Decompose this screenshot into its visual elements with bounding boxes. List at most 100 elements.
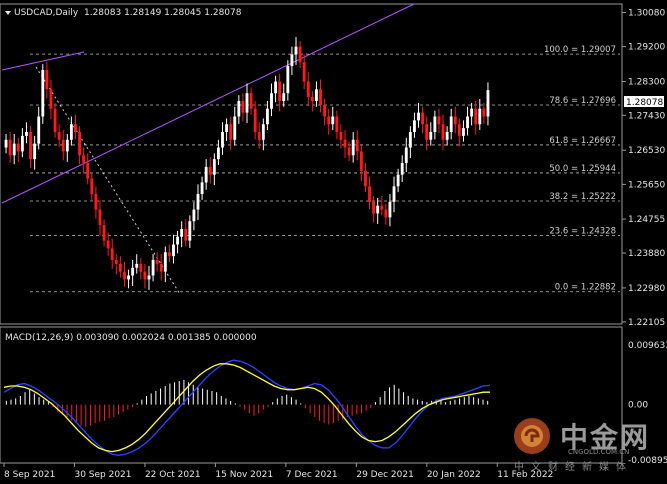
date-tick-label: 20 Jan 2022 [427,470,481,480]
candle-body [466,116,469,129]
candle-body [478,108,482,125]
date-tick-label: 7 Dec 2021 [286,470,338,480]
fib-label: 23.6 = 1.24328 [549,227,616,237]
fib-label: 100.0 = 1.29007 [544,45,616,55]
candle-body [286,66,290,94]
candle-body [257,132,261,140]
candle-body [12,143,16,156]
candle-body [25,132,28,136]
candle-body [245,93,249,113]
last-price-label: 1.28078 [626,98,663,108]
candle-body [261,124,265,140]
candle-body [364,170,367,187]
candle-body [4,139,8,148]
price-axis: 1.30080 1.29200 1.28300 1.27430 1.26530 1.256… [622,9,667,466]
candle-body [339,132,343,140]
candle-body [98,209,102,226]
candle-body [384,209,388,218]
candle-body [417,112,420,121]
candle-body [127,275,130,280]
candle-body [216,147,220,160]
candle-body [404,147,408,164]
macd-axis-label: 0.00 [628,401,648,411]
main-plot-frame [0,3,623,325]
candle-body [290,54,294,67]
candle-body [155,260,159,264]
candle-body [368,186,371,202]
candle-body [172,244,175,257]
candle-body [167,252,171,257]
chart-area[interactable]: 100.0 = 1.29007 78.6 = 1.27696 61.8 = 1.26… [0,0,667,484]
candle-body [388,201,392,218]
candle-body [429,132,433,140]
candle-body [114,260,118,264]
candle-body [82,155,86,164]
candle-body [437,116,441,125]
candle-body [470,108,474,117]
candle-body [302,62,306,82]
candle-body [29,132,32,160]
candle-body [45,69,49,90]
candle-body [462,128,465,136]
candle-body [265,108,269,125]
candle-body [331,116,335,125]
price-tick-label: 1.23880 [628,249,665,259]
candle-body [486,90,490,117]
price-tick-label: 1.22980 [628,284,665,294]
candle-body [449,116,453,132]
candle-body [86,163,90,179]
price-tick-label: 1.26530 [628,146,665,156]
candle-body [69,124,73,140]
candle-body [376,205,380,214]
candle-body [102,225,106,241]
candle-body [229,124,233,140]
candle-body [380,205,384,210]
candle-body [413,120,416,132]
candle-body [347,147,351,156]
candle-body [151,260,155,276]
symbol-header: USDCAD,Daily 1.28083 1.28149 1.28045 1.2… [14,8,242,18]
candle-body [225,124,229,132]
candle-body [270,93,273,109]
fib-label: 78.6 = 1.27696 [549,96,616,106]
candle-body [282,93,286,101]
candle-body [482,108,486,117]
candle-body [74,124,77,132]
candle-body [192,209,196,222]
candle-body [139,263,143,272]
candle-body [147,275,151,280]
candle-body [359,151,363,171]
candle-body [433,116,437,132]
candle-body [221,132,224,148]
candle-body [274,81,278,94]
candle-body [184,228,188,241]
candle-body [135,263,139,268]
candle-body [180,228,184,237]
candle-body [8,139,12,156]
candle-body [37,116,41,144]
price-tick-label: 1.27430 [628,111,665,121]
candle-body [204,166,208,183]
candle-body [78,132,81,156]
candle-body [65,139,69,152]
candle-body [123,271,126,280]
candle-body [118,263,122,272]
candle-body [396,174,400,187]
candle-body [327,116,331,125]
cngold-logo-icon [514,418,550,454]
candle-body [278,81,282,101]
candle-body [453,116,457,125]
candle-body [355,139,359,152]
candle-body [400,163,404,175]
candle-body [233,116,237,140]
macd-axis-label: 0.009633 [628,341,667,351]
date-tick-label: 30 Sep 2021 [74,470,131,480]
macd-header: MACD(12,26,9) 0.003090 0.002024 0.001385… [5,333,257,343]
candle-body [212,159,216,175]
candle-body [131,267,135,276]
candle-body [143,271,147,280]
price-tick-label: 1.29200 [628,43,665,53]
candle-body [474,108,478,125]
watermark-subtitle: 中文财经新媒体 [514,462,633,473]
candle-body [306,81,310,98]
